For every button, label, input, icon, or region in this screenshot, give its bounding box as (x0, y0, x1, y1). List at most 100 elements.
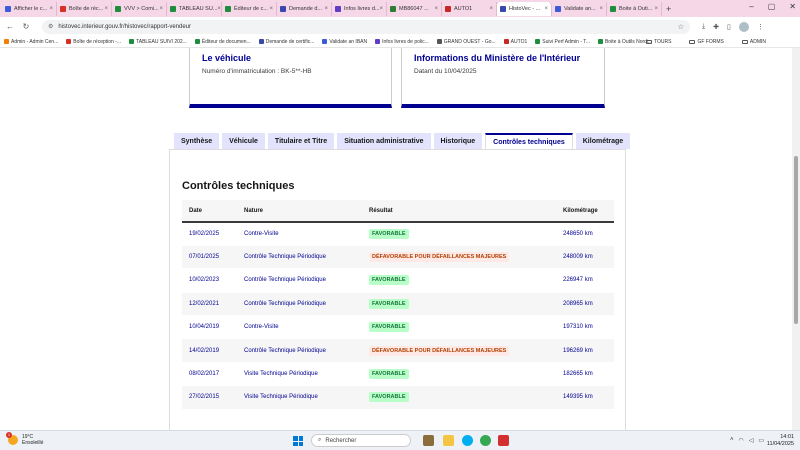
page-content: Le véhicule Numéro d'immatriculation : B… (0, 48, 792, 430)
new-tab-icon[interactable]: + (666, 4, 671, 14)
close-window-icon[interactable]: ✕ (789, 2, 796, 11)
tab-label: AUTO1 (454, 5, 473, 12)
tab-label: Boite à Outi... (619, 5, 653, 12)
url-text: histovec.interieur.gouv.fr/histovec/rapp… (58, 23, 192, 30)
header-mileage: Kilométrage (556, 200, 614, 223)
browser-tab[interactable]: AUTO1 × (442, 1, 497, 16)
tab-3[interactable]: Situation administrative (337, 133, 431, 149)
address-bar[interactable]: ⚙ histovec.interieur.gouv.fr/histovec/ra… (42, 19, 690, 34)
sun-icon (6, 432, 18, 445)
table-row: 10/02/2023 Contrôle Technique Périodique F… (182, 268, 614, 293)
folder-label: ADMIN (749, 38, 766, 45)
windows-start-icon[interactable] (293, 436, 303, 446)
chevron-up-icon[interactable]: ˄ (730, 437, 734, 444)
task-view-icon[interactable] (423, 435, 434, 446)
table-row: 27/02/2015 Visite Technique Périodique FAV… (182, 385, 614, 410)
maximize-icon[interactable]: ▢ (768, 2, 776, 11)
taskbar-search[interactable]: ⌕ Rechercher (311, 434, 411, 447)
close-icon[interactable]: × (269, 6, 273, 12)
close-icon[interactable]: × (324, 6, 328, 12)
browser-tab[interactable]: Éditeur de c... × (222, 1, 277, 16)
close-icon[interactable]: × (49, 6, 53, 12)
folder-icon (741, 39, 748, 44)
close-icon[interactable]: × (379, 6, 383, 12)
browser-tab[interactable]: VVV > Comi... × (112, 1, 167, 16)
volume-icon[interactable]: ◁ (749, 437, 754, 444)
bookmark-favicon-icon (322, 39, 328, 44)
table-row: 14/02/2019 Contrôle Technique Périodique D… (182, 338, 614, 363)
bookmark-label: Admin - Admin Cen... (11, 38, 59, 45)
tab-favicon-icon (390, 5, 396, 12)
close-icon[interactable]: × (217, 6, 221, 12)
close-icon[interactable]: × (159, 6, 163, 12)
acrobat-icon[interactable] (498, 435, 509, 446)
scrollbar-thumb[interactable] (794, 156, 798, 324)
bookmark-label: Suivi Perf Admin - T... (542, 38, 590, 45)
bookmark-item[interactable]: Boite à Outils Nordi... (597, 39, 652, 45)
tab-0[interactable]: Synthèse (174, 133, 220, 149)
bookmark-folder[interactable]: TOURS (646, 39, 671, 45)
tab-5[interactable]: Contrôles techniques (485, 133, 573, 149)
bookmark-favicon-icon (375, 39, 381, 44)
bookmark-favicon-icon (66, 39, 72, 44)
bookmark-item[interactable]: Boîte de réception -... (66, 39, 121, 45)
browser-tab[interactable]: MB86047 ... × (387, 1, 442, 16)
browser-tab[interactable]: Validate an... × (552, 1, 607, 16)
back-icon[interactable]: ← (4, 22, 16, 31)
browser-tab[interactable]: Boite à Outi... × (607, 1, 662, 16)
browser-tab[interactable]: Infos livres d... × (332, 1, 387, 16)
bookmark-item[interactable]: Éditeur de documen... (194, 39, 251, 45)
close-icon[interactable]: × (544, 6, 548, 12)
sidebar-icon[interactable]: ▯ (727, 23, 731, 31)
bookmark-item[interactable]: Admin - Admin Cen... (4, 39, 58, 45)
browser-tab[interactable]: Demande d... × (277, 1, 332, 16)
bookmark-item[interactable]: AUTO1 (503, 39, 527, 45)
close-icon[interactable]: × (599, 6, 603, 12)
tab-favicon-icon (610, 5, 616, 12)
tab-1[interactable]: Véhicule (222, 133, 265, 149)
weather-widget[interactable]: 19°C Ensoleillé (6, 432, 43, 446)
tab-2[interactable]: Titulaire et Titre (267, 133, 335, 149)
close-icon[interactable]: × (489, 6, 493, 12)
close-icon[interactable]: × (104, 6, 108, 12)
chrome-icon[interactable] (480, 435, 491, 446)
browser-tab[interactable]: Afficher le c... × (2, 1, 57, 16)
bookmark-folder[interactable]: ADMIN (741, 38, 766, 45)
battery-icon[interactable]: ▭ (758, 437, 764, 444)
row-nature: Contre-Visite (237, 222, 362, 246)
wifi-icon[interactable]: ◠ (738, 437, 743, 444)
vehicle-card-title: Le véhicule (202, 53, 252, 63)
bookmark-favicon-icon (597, 39, 603, 44)
bookmark-item[interactable]: GRAND OUEST - Go... (436, 39, 496, 45)
tab-6[interactable]: Kilométrage (575, 133, 631, 149)
bookmark-item[interactable]: Demande de certific... (258, 39, 314, 45)
skype-icon[interactable] (462, 435, 473, 446)
extensions-icon[interactable]: ✚ (713, 23, 719, 31)
bookmark-star-icon[interactable]: ☆ (678, 23, 684, 31)
tab-4[interactable]: Historique (433, 133, 483, 149)
reload-icon[interactable]: ↻ (20, 22, 32, 31)
menu-icon[interactable]: ⋮ (757, 23, 764, 31)
bookmark-item[interactable]: Suivi Perf Admin - T... (535, 39, 590, 45)
clock[interactable]: 14:01 11/04/2025 (767, 434, 794, 448)
browser-tab[interactable]: Boîte de réc... × (57, 1, 112, 16)
close-icon[interactable]: × (434, 6, 438, 12)
browser-tab[interactable]: HistoVec - ... × (497, 1, 552, 16)
bookmark-item[interactable]: Validate an IBAN (322, 39, 367, 45)
status-badge: DÉFAVORABLE POUR DÉFAILLANCES MAJEURES (369, 345, 510, 356)
site-info-icon[interactable]: ⚙ (48, 23, 53, 30)
status-badge: FAVORABLE (369, 392, 409, 403)
bookmark-item[interactable]: TABLEAU SUIVI 202... (129, 39, 187, 45)
minimize-icon[interactable]: – (749, 2, 753, 11)
close-icon[interactable]: × (654, 6, 658, 12)
bookmark-favicon-icon (503, 39, 509, 44)
page-scrollbar[interactable] (792, 48, 800, 430)
profile-avatar[interactable] (738, 21, 749, 32)
tab-label: Boîte de réc... (69, 5, 104, 12)
bookmark-folder[interactable]: GF FORMS (689, 39, 724, 45)
tab-favicon-icon (115, 5, 121, 12)
browser-tab[interactable]: TABLEAU SU... × (167, 1, 222, 16)
file-explorer-icon[interactable] (443, 435, 454, 446)
bookmark-item[interactable]: Infos livres de polic... (375, 39, 429, 45)
download-icon[interactable]: ⤓ (702, 23, 705, 31)
